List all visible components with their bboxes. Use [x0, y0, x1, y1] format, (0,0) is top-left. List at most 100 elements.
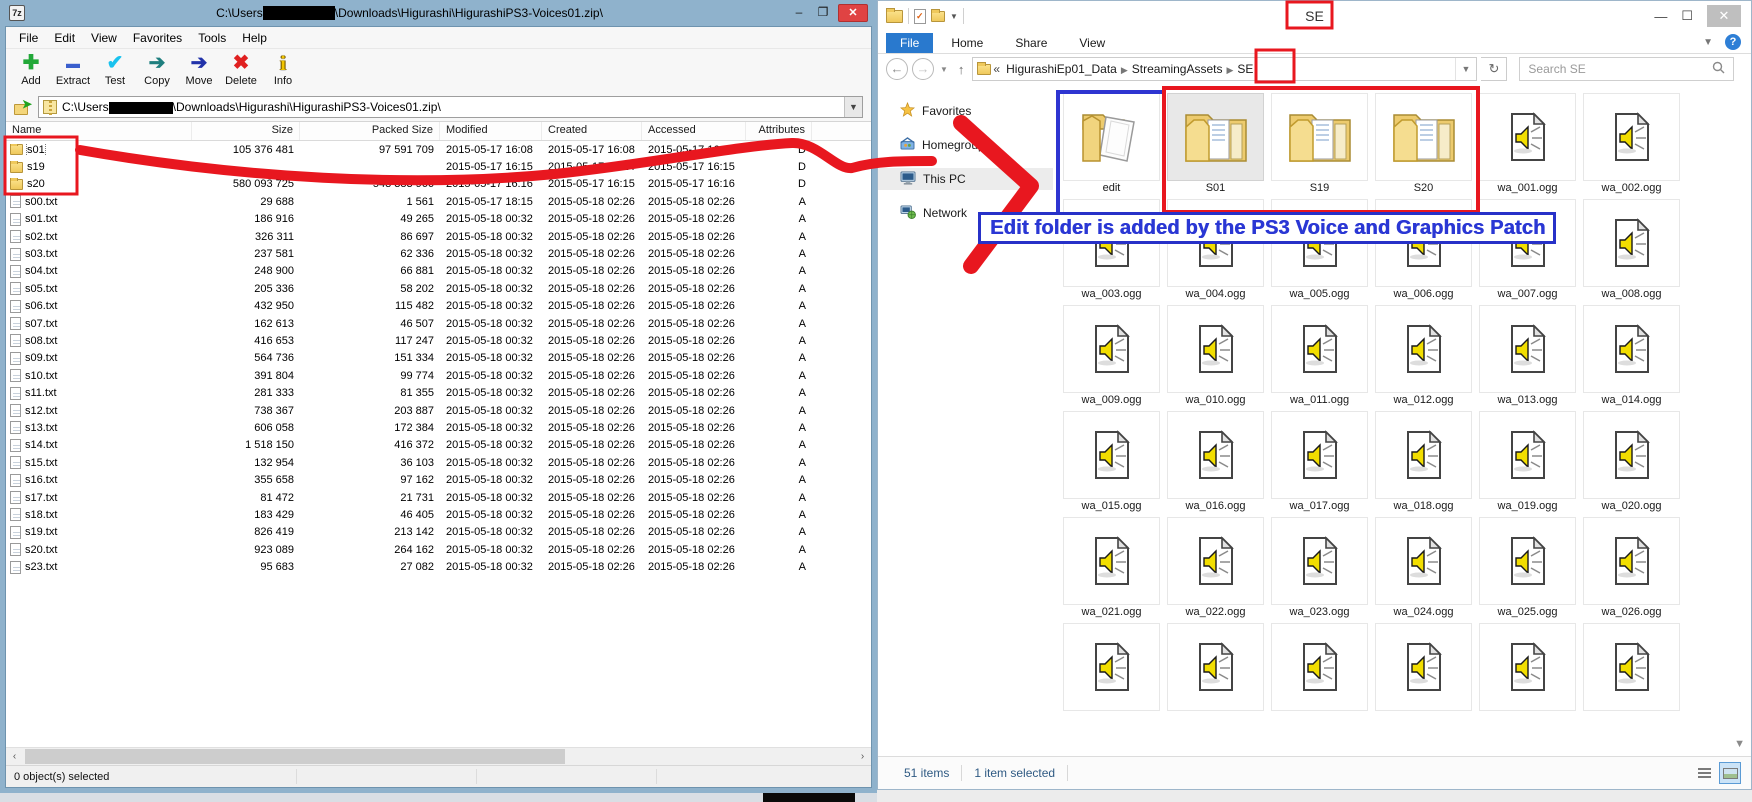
audio-file-icon[interactable]	[1375, 411, 1472, 499]
menu-item-tools[interactable]: Tools	[191, 29, 233, 47]
folder-item-s20[interactable]: S20	[1375, 93, 1472, 195]
breadcrumb-item-streamingassets[interactable]: StreamingAssets	[1128, 62, 1227, 76]
audio-file-item-wa_026.ogg[interactable]: wa_026.ogg	[1583, 517, 1680, 619]
menu-item-view[interactable]: View	[84, 29, 124, 47]
audio-file-item-wa_010.ogg[interactable]: wa_010.ogg	[1167, 305, 1264, 407]
audio-file-icon[interactable]	[1375, 623, 1472, 711]
audio-file-item-wa_008.ogg[interactable]: wa_008.ogg	[1583, 199, 1680, 301]
audio-file-icon[interactable]	[1583, 623, 1680, 711]
test-button[interactable]: ✔Test	[96, 51, 134, 87]
search-box[interactable]: Search SE	[1519, 57, 1734, 81]
thumbnail-view-button[interactable]	[1719, 762, 1741, 784]
audio-file-item-wa_020.ogg[interactable]: wa_020.ogg	[1583, 411, 1680, 513]
tab-file[interactable]: File	[886, 33, 933, 53]
audio-file-icon[interactable]	[1271, 517, 1368, 605]
audio-file-icon[interactable]	[1271, 411, 1368, 499]
audio-file-icon[interactable]	[1583, 305, 1680, 393]
audio-file-item[interactable]	[1479, 623, 1576, 725]
audio-file-icon[interactable]	[1375, 517, 1472, 605]
move-button[interactable]: ➔Move	[180, 51, 218, 87]
audio-file-item-wa_011.ogg[interactable]: wa_011.ogg	[1271, 305, 1368, 407]
scroll-left-icon[interactable]: ‹	[6, 751, 23, 762]
audio-file-icon[interactable]	[1271, 305, 1368, 393]
audio-file-icon[interactable]	[1479, 93, 1576, 181]
breadcrumb-item-se[interactable]: SE	[1233, 62, 1257, 76]
column-header-modified[interactable]: Modified	[440, 122, 542, 140]
audio-file-item-wa_014.ogg[interactable]: wa_014.ogg	[1583, 305, 1680, 407]
file-row[interactable]: s13.txt606 058172 3842015-05-18 00:32201…	[6, 419, 871, 436]
chevron-down-icon[interactable]: ▼	[950, 12, 958, 21]
file-row[interactable]: s192015-05-17 16:152015-05-17 16:142015-…	[6, 158, 871, 175]
copy-button[interactable]: ➔Copy	[138, 51, 176, 87]
file-row[interactable]: s20.txt923 089264 1622015-05-18 00:32201…	[6, 541, 871, 558]
file-row[interactable]: s17.txt81 47221 7312015-05-18 00:322015-…	[6, 489, 871, 506]
folder-icon[interactable]	[1271, 93, 1368, 181]
empty-folder-item-edit[interactable]: edit	[1063, 93, 1160, 195]
folder-item-s01[interactable]: S01	[1167, 93, 1264, 195]
folder-item-s19[interactable]: S19	[1271, 93, 1368, 195]
file-row[interactable]: s12.txt738 367203 8872015-05-18 00:32201…	[6, 402, 871, 419]
sidebar-item-this-pc[interactable]: This PC	[878, 168, 1053, 190]
file-row[interactable]: s01.txt186 91649 2652015-05-18 00:322015…	[6, 211, 871, 228]
menu-item-help[interactable]: Help	[235, 29, 274, 47]
audio-file-item[interactable]	[1167, 623, 1264, 725]
close-button[interactable]: ✕	[1707, 5, 1741, 27]
audio-file-item-wa_013.ogg[interactable]: wa_013.ogg	[1479, 305, 1576, 407]
file-row[interactable]: s23.txt95 68327 0822015-05-18 00:322015-…	[6, 558, 871, 575]
audio-file-icon[interactable]	[1375, 305, 1472, 393]
new-folder-icon[interactable]	[931, 11, 945, 22]
audio-file-item-wa_023.ogg[interactable]: wa_023.ogg	[1271, 517, 1368, 619]
folder-icon[interactable]	[1167, 93, 1264, 181]
audio-file-icon[interactable]	[1167, 623, 1264, 711]
audio-file-item-wa_019.ogg[interactable]: wa_019.ogg	[1479, 411, 1576, 513]
audio-file-item-wa_002.ogg[interactable]: wa_002.ogg	[1583, 93, 1680, 195]
audio-file-item-wa_012.ogg[interactable]: wa_012.ogg	[1375, 305, 1472, 407]
audio-file-icon[interactable]	[1167, 305, 1264, 393]
maximize-button[interactable]: ❐	[814, 5, 832, 21]
address-dropdown-icon[interactable]: ▼	[844, 97, 862, 117]
audio-file-icon[interactable]	[1479, 305, 1576, 393]
file-row[interactable]: s02.txt326 31186 6972015-05-18 00:322015…	[6, 228, 871, 245]
scrollbar-thumb[interactable]	[25, 749, 565, 764]
file-row[interactable]: s16.txt355 65897 1622015-05-18 00:322015…	[6, 471, 871, 488]
audio-file-icon[interactable]	[1063, 411, 1160, 499]
folder-icon[interactable]	[1375, 93, 1472, 181]
file-row[interactable]: s15.txt132 95436 1032015-05-18 00:322015…	[6, 454, 871, 471]
audio-file-icon[interactable]	[1063, 623, 1160, 711]
audio-file-icon[interactable]	[1167, 517, 1264, 605]
column-header-size[interactable]: Size	[192, 122, 300, 140]
audio-file-item-wa_001.ogg[interactable]: wa_001.ogg	[1479, 93, 1576, 195]
file-row[interactable]: s03.txt237 58162 3362015-05-18 00:322015…	[6, 245, 871, 262]
recent-locations-icon[interactable]: ▼	[938, 65, 950, 74]
scroll-down-icon[interactable]: ▼	[1734, 738, 1745, 750]
delete-button[interactable]: ✖Delete	[222, 51, 260, 87]
7zip-address-box[interactable]: C:\Users\Downloads\Higurashi\HigurashiPS…	[38, 96, 863, 118]
file-row[interactable]: s08.txt416 653117 2472015-05-18 00:32201…	[6, 332, 871, 349]
explorer-titlebar[interactable]: ▼ SE — ☐ ✕	[878, 1, 1751, 31]
audio-file-item-wa_017.ogg[interactable]: wa_017.ogg	[1271, 411, 1368, 513]
search-icon[interactable]	[1712, 61, 1725, 77]
sidebar-item-homegroup[interactable]: Homegroup	[878, 134, 1053, 156]
audio-file-item[interactable]	[1583, 623, 1680, 725]
breadcrumb-item-higurashiep01_data[interactable]: HigurashiEp01_Data	[1002, 62, 1121, 76]
audio-file-item-wa_024.ogg[interactable]: wa_024.ogg	[1375, 517, 1472, 619]
maximize-button[interactable]: ☐	[1681, 8, 1693, 24]
forward-button[interactable]: →	[912, 58, 934, 80]
column-header-packed-size[interactable]: Packed Size	[300, 122, 440, 140]
horizontal-scrollbar[interactable]: ‹ ›	[6, 747, 871, 765]
address-dropdown-icon[interactable]: ▼	[1455, 58, 1477, 80]
sidebar-item-favorites[interactable]: Favorites	[878, 100, 1053, 122]
refresh-icon[interactable]: ↻	[1481, 57, 1507, 81]
help-icon[interactable]: ?	[1725, 34, 1741, 50]
ribbon-collapse-icon[interactable]: ▼	[1703, 37, 1713, 48]
audio-file-icon[interactable]	[1271, 623, 1368, 711]
file-row[interactable]: s14.txt1 518 150416 3722015-05-18 00:322…	[6, 437, 871, 454]
extract-button[interactable]: ▬Extract	[54, 51, 92, 87]
column-header-attributes[interactable]: Attributes	[746, 122, 812, 140]
file-row[interactable]: s04.txt248 90066 8812015-05-18 00:322015…	[6, 263, 871, 280]
audio-file-item[interactable]	[1375, 623, 1472, 725]
7zip-titlebar[interactable]: 7z C:\Users\Downloads\Higurashi\Higurash…	[5, 0, 872, 26]
tab-view[interactable]: View	[1065, 33, 1119, 53]
column-header-accessed[interactable]: Accessed	[642, 122, 746, 140]
details-view-button[interactable]	[1693, 762, 1715, 784]
